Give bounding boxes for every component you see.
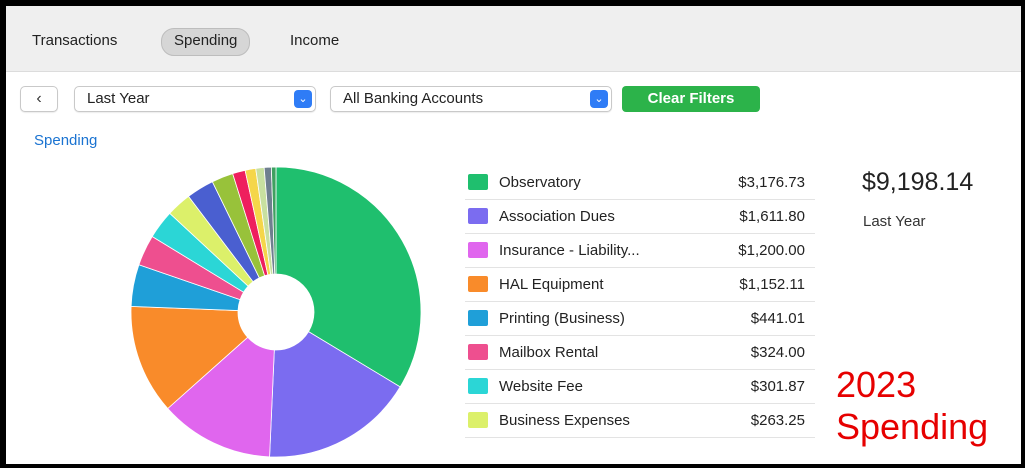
chevron-left-icon: ‹ <box>36 90 42 107</box>
back-button[interactable]: ‹ <box>20 86 58 112</box>
app-window: Transactions Spending Income ‹ Last Year… <box>6 6 1021 464</box>
legend-amount: $441.01 <box>750 310 805 327</box>
legend-label: HAL Equipment <box>499 276 604 293</box>
total-amount: $9,198.14 <box>862 168 974 196</box>
annotation-year: 2023 <box>836 364 917 405</box>
legend-label: Business Expenses <box>499 412 630 429</box>
tab-bar: Transactions Spending Income <box>6 6 1021 72</box>
clear-filters-button[interactable]: Clear Filters <box>622 86 760 112</box>
legend-item[interactable]: Insurance - Liability... $1,200.00 <box>465 234 815 268</box>
legend-amount: $1,611.80 <box>739 208 805 225</box>
legend-amount: $1,152.11 <box>739 276 805 293</box>
legend-amount: $263.25 <box>750 412 805 429</box>
legend-label: Printing (Business) <box>499 310 625 327</box>
legend-item[interactable]: HAL Equipment $1,152.11 <box>465 268 815 302</box>
legend-item[interactable]: Printing (Business) $441.01 <box>465 302 815 336</box>
accounts-select[interactable]: All Banking Accounts ⌄ <box>330 86 612 112</box>
spending-legend: Observatory $3,176.73 Association Dues $1,6… <box>465 166 815 438</box>
legend-label: Website Fee <box>499 378 583 395</box>
legend-swatch <box>468 412 488 428</box>
legend-amount: $1,200.00 <box>738 242 805 259</box>
total-period: Last Year <box>863 213 926 230</box>
legend-swatch <box>468 242 488 258</box>
section-title: Spending <box>34 132 98 149</box>
spending-donut-chart <box>130 166 422 458</box>
tab-transactions[interactable]: Transactions <box>20 28 129 54</box>
tab-spending[interactable]: Spending <box>161 28 251 56</box>
chevron-updown-icon: ⌄ <box>294 90 312 108</box>
tab-income[interactable]: Income <box>278 28 351 54</box>
legend-swatch <box>468 174 488 190</box>
legend-amount: $3,176.73 <box>738 174 805 191</box>
legend-item[interactable]: Mailbox Rental $324.00 <box>465 336 815 370</box>
legend-swatch <box>468 378 488 394</box>
legend-label: Insurance - Liability... <box>499 242 640 259</box>
legend-item[interactable]: Observatory $3,176.73 <box>465 166 815 200</box>
legend-label: Observatory <box>499 174 581 191</box>
legend-swatch <box>468 276 488 292</box>
legend-label: Association Dues <box>499 208 615 225</box>
accounts-select-value: All Banking Accounts <box>343 90 484 107</box>
legend-item[interactable]: Association Dues $1,611.80 <box>465 200 815 234</box>
legend-label: Mailbox Rental <box>499 344 599 361</box>
period-select[interactable]: Last Year ⌄ <box>74 86 316 112</box>
legend-amount: $324.00 <box>750 344 805 361</box>
legend-item[interactable]: Website Fee $301.87 <box>465 370 815 404</box>
annotation-word: Spending <box>836 406 989 447</box>
period-select-value: Last Year <box>87 90 150 107</box>
legend-amount: $301.87 <box>750 378 805 395</box>
legend-swatch <box>468 310 488 326</box>
legend-swatch <box>468 344 488 360</box>
chevron-updown-icon: ⌄ <box>590 90 608 108</box>
legend-swatch <box>468 208 488 224</box>
legend-item[interactable]: Business Expenses $263.25 <box>465 404 815 438</box>
